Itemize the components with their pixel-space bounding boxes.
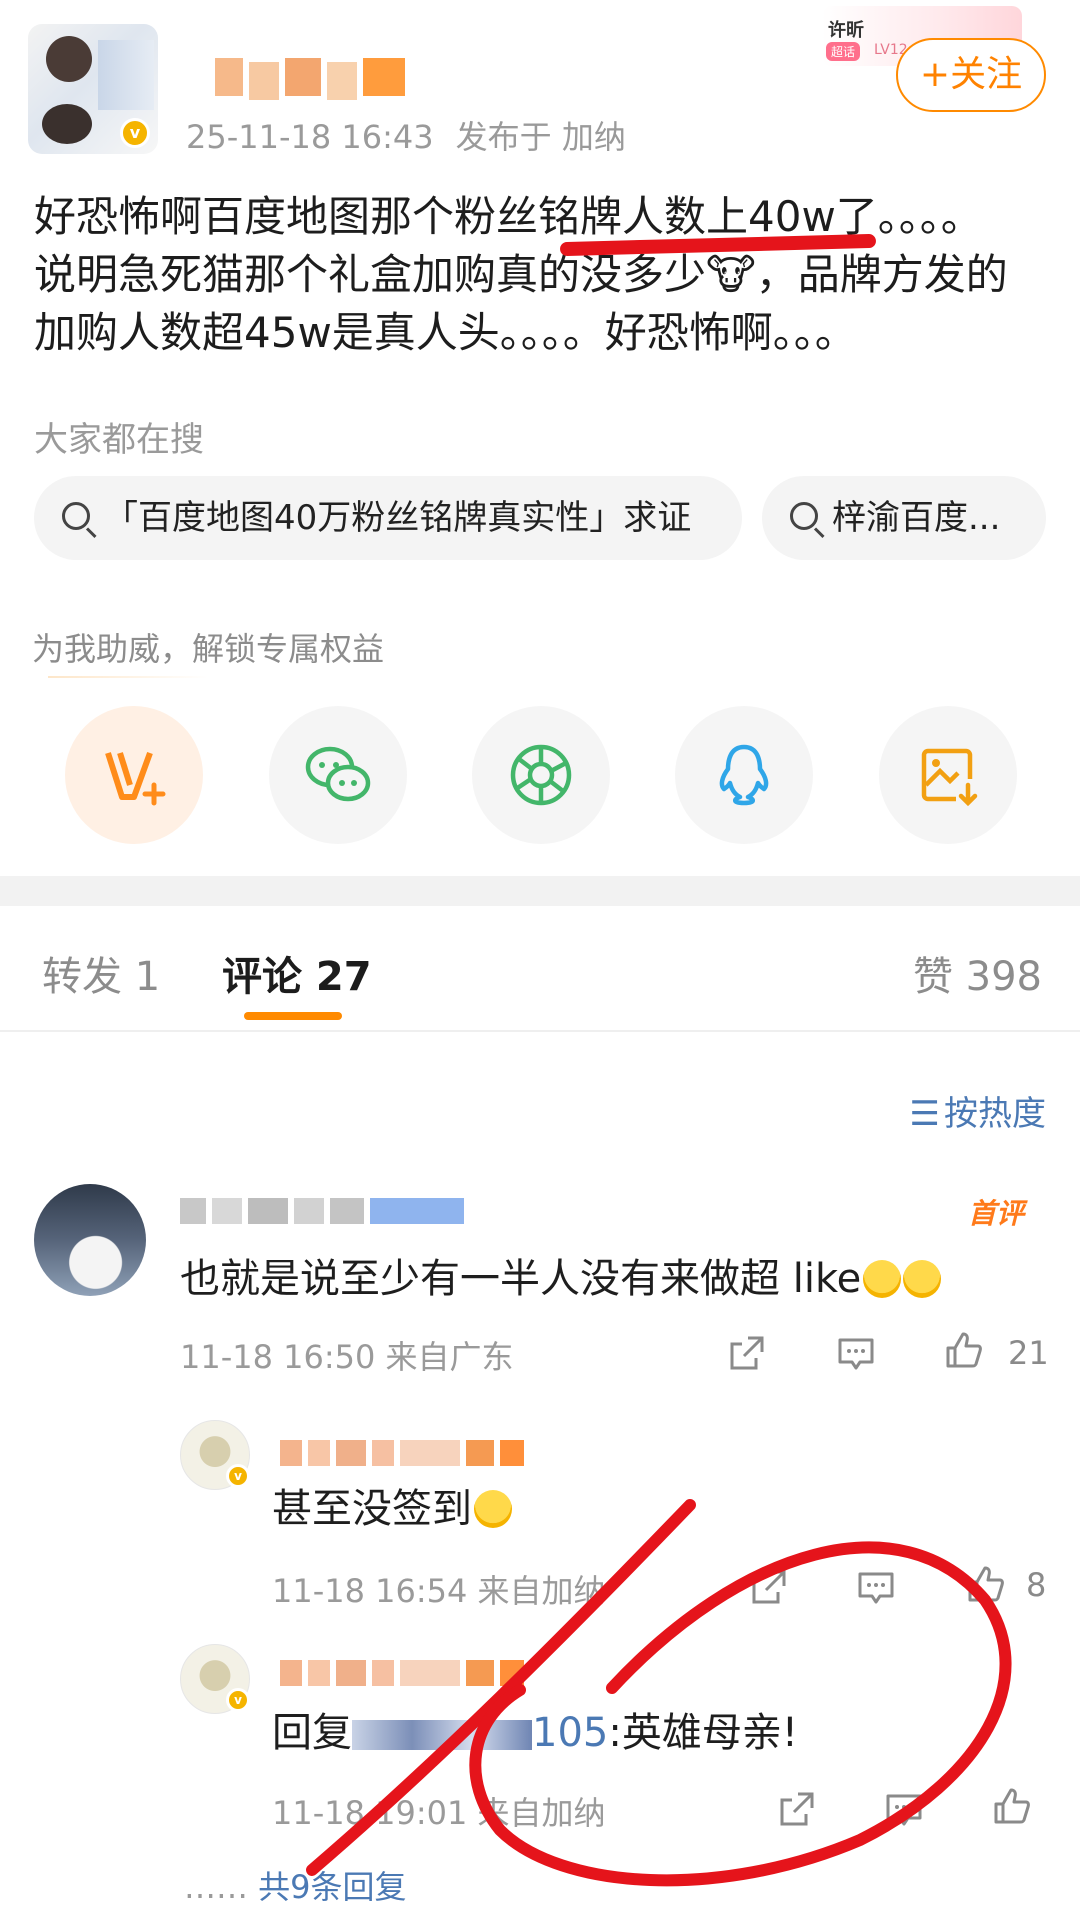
blurred-mention: [352, 1720, 532, 1750]
reply-text: 回复 105:英雄母亲!: [272, 1700, 798, 1758]
like-icon[interactable]: [992, 1786, 1032, 1826]
reply-icon[interactable]: [836, 1334, 876, 1374]
view-more-replies[interactable]: …… 共9条回复: [184, 1862, 407, 1908]
comment-text: 也就是说至少有一半人没有来做超 like: [180, 1246, 942, 1304]
share-icon[interactable]: [748, 1568, 788, 1608]
replier-name[interactable]: [280, 1660, 524, 1686]
follow-button[interactable]: +关注: [896, 38, 1046, 112]
reply-icon[interactable]: [856, 1568, 896, 1608]
reply-meta: 11-18 19:01 来自加纳: [272, 1794, 606, 1832]
first-comment-badge: 首评: [968, 1197, 1025, 1230]
share-icon[interactable]: [776, 1790, 816, 1830]
wechat-icon: [305, 746, 371, 802]
trending-search-title: 大家都在搜: [34, 420, 204, 460]
v-plus-button[interactable]: [65, 706, 203, 844]
post-location: 发布于 加纳: [455, 118, 626, 156]
active-tab-indicator: [244, 1012, 342, 1020]
sort-label: 按热度: [944, 1094, 1046, 1134]
search-chip[interactable]: 梓渝百度...: [762, 476, 1046, 560]
verified-badge-icon: v: [226, 1688, 250, 1712]
verified-badge-icon: v: [120, 118, 150, 148]
like-icon[interactable]: [944, 1330, 984, 1370]
search-chip[interactable]: 「百度地图40万粉丝铭牌真实性」求证: [34, 476, 742, 560]
post-author-name[interactable]: [215, 58, 405, 100]
search-chip-label: 梓渝百度...: [832, 498, 1001, 538]
tab-divider: [0, 1030, 1080, 1032]
v-plus-icon: [105, 751, 166, 806]
boost-divider: [48, 676, 208, 678]
post-timestamp: 25-11-18 16:43: [186, 118, 434, 156]
save-image-icon: [921, 748, 978, 807]
reply-text: 甚至没签到: [272, 1476, 512, 1534]
tab-repost[interactable]: 转发 1: [42, 944, 160, 1002]
post-text-line: 好恐怖啊百度地图那个粉丝铭牌人数上40w了。。。。: [34, 192, 983, 241]
sort-button[interactable]: ☰ 按热度: [910, 1086, 1046, 1135]
sad-face-emoji-icon: [863, 1260, 902, 1298]
section-divider: [0, 876, 1080, 906]
sad-face-emoji-icon: [903, 1260, 942, 1298]
reply-suffix: :英雄母亲!: [608, 1710, 798, 1756]
tab-likes[interactable]: 赞 398: [913, 944, 1042, 1002]
sort-icon: ☰: [909, 1094, 940, 1134]
boost-title: 为我助威，解锁专属权益: [32, 630, 385, 668]
badge-name: 许昕: [828, 20, 864, 41]
share-icon[interactable]: [726, 1334, 766, 1374]
like-icon[interactable]: [966, 1564, 1006, 1604]
crying-face-emoji-icon: [474, 1490, 512, 1528]
post-text-line: 说明急死猫那个礼盒加购真的没多少🐮，品牌方发的: [34, 250, 1008, 299]
commenter-name[interactable]: [180, 1198, 464, 1224]
comment-meta: 11-18 16:50 来自广东: [180, 1338, 514, 1376]
reply-prefix: 回复: [272, 1710, 352, 1756]
like-count: 21: [1008, 1334, 1049, 1372]
replier-name[interactable]: [280, 1440, 524, 1466]
search-chip-label: 「百度地图40万粉丝铭牌真实性」求证: [104, 498, 692, 538]
badge-tag: 超话: [826, 42, 861, 61]
reply-icon[interactable]: [884, 1790, 924, 1830]
comment-text-body: 也就是说至少有一半人没有来做超 like: [180, 1256, 862, 1302]
moments-icon: [510, 744, 572, 806]
search-icon: [790, 502, 818, 530]
ellipsis-icon: ……: [184, 1868, 248, 1906]
post-meta: 25-11-18 16:43 发布于 加纳: [186, 112, 626, 158]
reply-mention[interactable]: 105: [532, 1710, 608, 1756]
save-image-button[interactable]: [879, 706, 1017, 844]
share-moments-button[interactable]: [472, 706, 610, 844]
reply-text-body: 甚至没签到: [272, 1486, 472, 1532]
qq-icon: [719, 744, 769, 806]
reply-meta: 11-18 16:54 来自加纳: [272, 1572, 606, 1610]
post-content: 好恐怖啊百度地图那个粉丝铭牌人数上40w了。。。。 说明急死猫那个礼盒加购真的没…: [34, 188, 1054, 362]
commenter-avatar[interactable]: [34, 1184, 146, 1296]
search-icon: [62, 502, 90, 530]
share-qq-button[interactable]: [675, 706, 813, 844]
view-more-replies-label[interactable]: 共9条回复: [258, 1868, 406, 1906]
share-wechat-button[interactable]: [269, 706, 407, 844]
post-text-line: 加购人数超45w是真人头。。。。好恐怖啊。。。: [34, 308, 857, 357]
verified-badge-icon: v: [226, 1464, 250, 1488]
like-count: 8: [1026, 1566, 1047, 1604]
tab-comments[interactable]: 评论 27: [222, 944, 372, 1002]
